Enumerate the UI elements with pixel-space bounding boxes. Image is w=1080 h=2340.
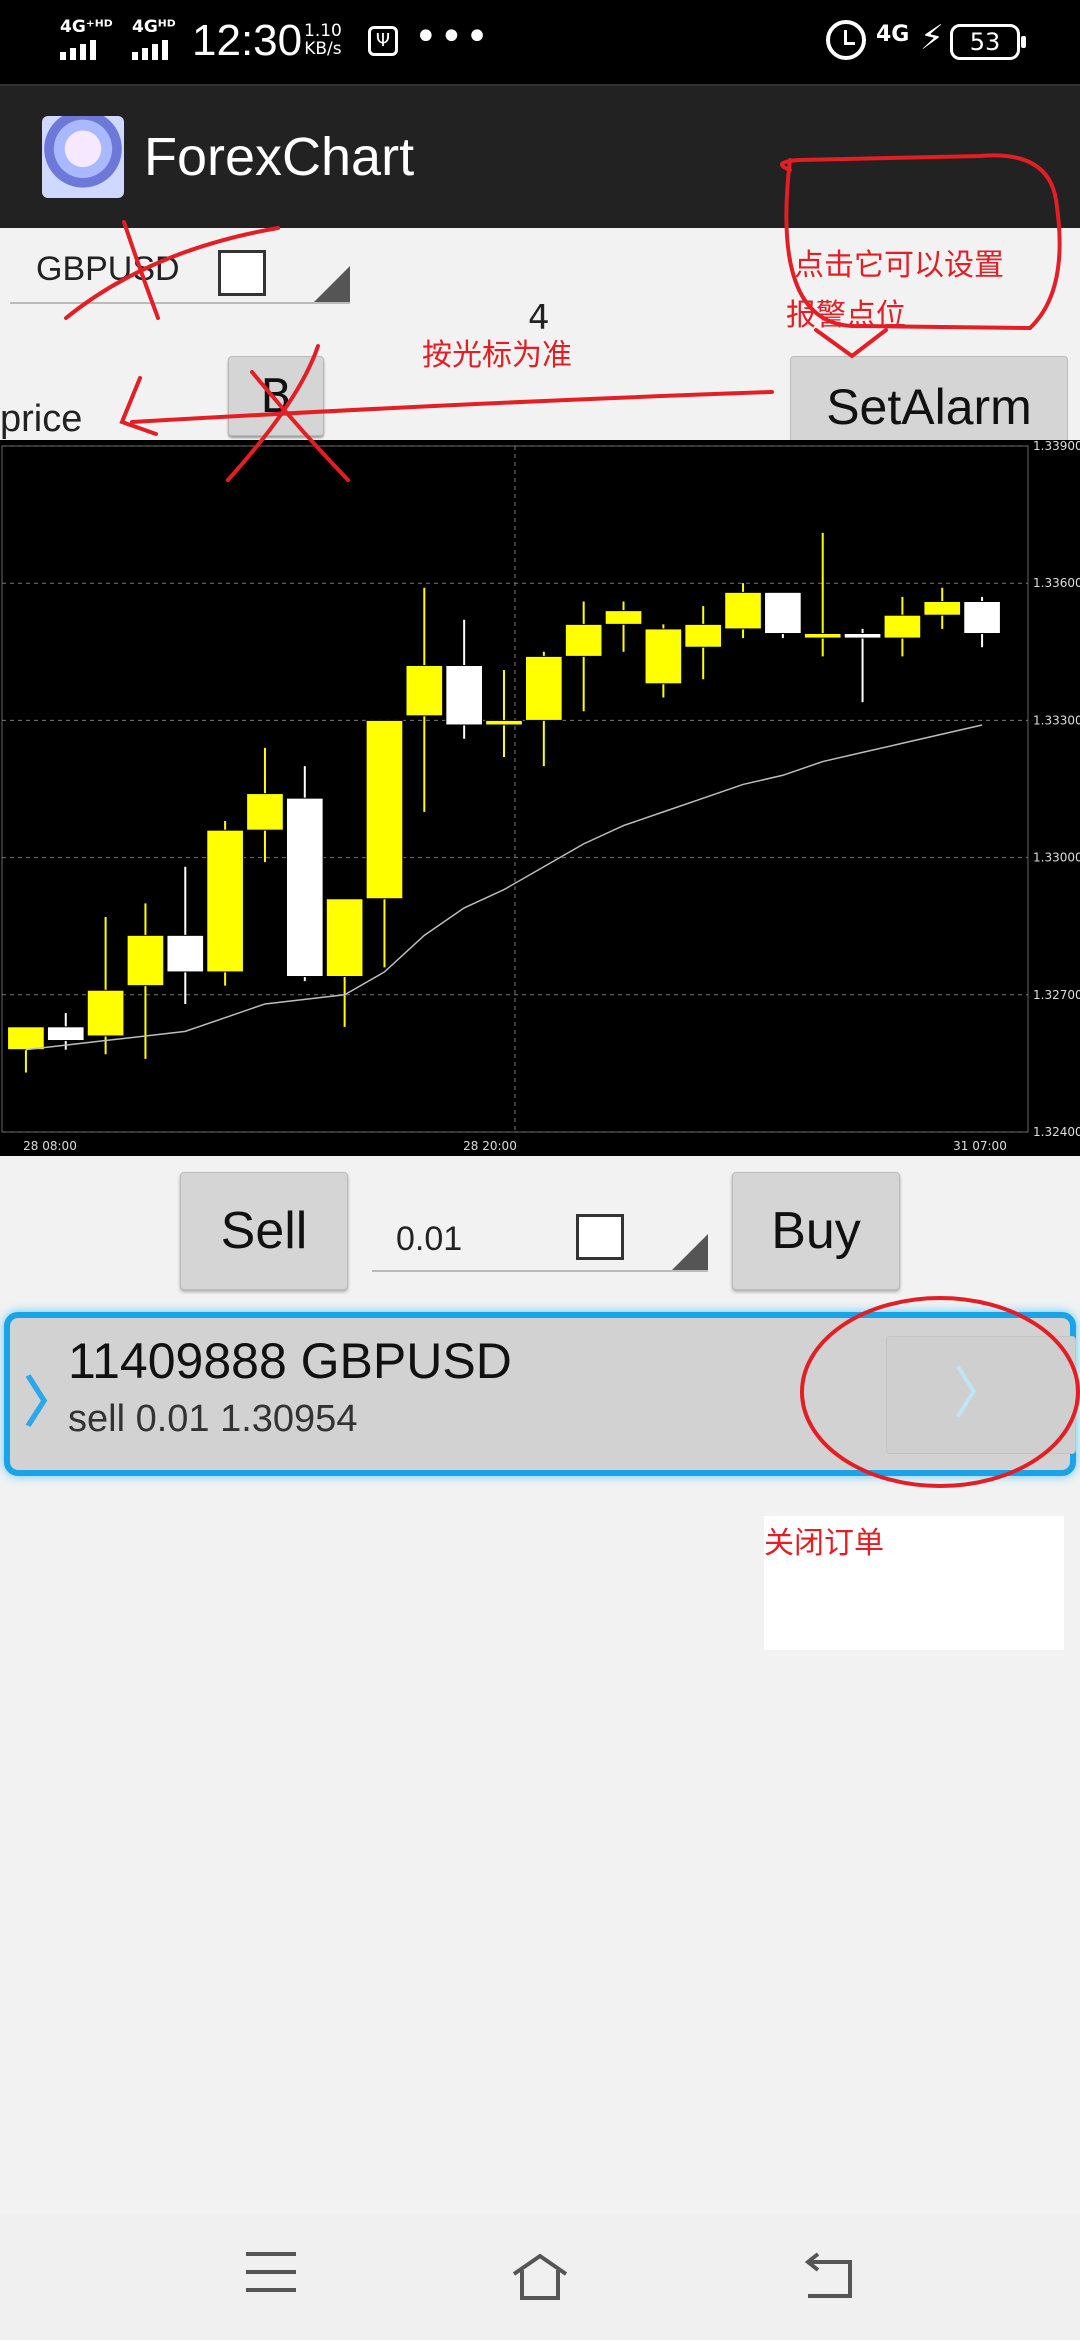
candle-body — [405, 665, 444, 717]
set-alarm-button[interactable]: SetAlarm — [790, 356, 1068, 452]
more-notifications-icon: ••• — [414, 14, 491, 60]
position-card[interactable]: 〉 11409888 GBPUSD sell 0.01 1.30954 〉 — [4, 1312, 1076, 1476]
symbol-spinner[interactable]: GBPUSD — [10, 228, 350, 304]
count-label: 4 — [528, 298, 550, 338]
price-chart[interactable]: 1.33900 1.33600 1.33300 1.33000 1.32700 1.324… — [0, 440, 1080, 1156]
app-title: ForexChart — [144, 127, 415, 187]
candle-body — [883, 614, 922, 639]
candle-body — [803, 633, 842, 639]
network-type-2: 4Gᴴᴰ — [132, 17, 176, 37]
candle-body — [724, 591, 762, 630]
y-tick-label: 1.32400 — [1033, 1125, 1080, 1139]
candle-body — [86, 989, 125, 1037]
x-tick-label: 28 20:00 — [463, 1139, 517, 1153]
candle-body — [963, 600, 1001, 635]
dropdown-triangle-icon — [314, 266, 350, 302]
menu-icon[interactable] — [246, 2252, 306, 2302]
order-row: Sell 0.01 Buy — [0, 1172, 1080, 1292]
position-title: 11409888 GBPUSD — [68, 1333, 512, 1389]
alarm-icon — [826, 20, 866, 60]
y-tick-label: 1.32700 — [1033, 988, 1080, 1002]
app-logo-icon — [42, 116, 124, 198]
candle-body — [7, 1026, 45, 1051]
sell-button[interactable]: Sell — [180, 1172, 348, 1290]
close-order-button[interactable]: 〉 — [886, 1336, 1076, 1454]
chart-canvas: 1.33900 1.33600 1.33300 1.33000 1.32700 1.324… — [1, 440, 1080, 1153]
y-tick-label: 1.33000 — [1033, 851, 1080, 865]
speed-value: 1.10 — [304, 21, 342, 41]
candle-body — [46, 1026, 85, 1042]
moving-average-line — [25, 724, 983, 1051]
app-bar: ForexChart — [0, 84, 1080, 228]
plot-frame — [1, 445, 1029, 1133]
navigation-bar — [0, 2214, 1080, 2340]
position-detail: sell 0.01 1.30954 — [68, 1398, 358, 1440]
status-bar: 4G⁺ᴴᴰ 4Gᴴᴰ 12:30 1.10 KB/s Ψ ••• 4G ⚡ 53 — [0, 0, 1080, 84]
buy-button[interactable]: Buy — [732, 1172, 900, 1290]
close-order-note: 关闭订单 — [764, 1526, 884, 1561]
network-speed: 1.10 KB/s — [304, 22, 342, 58]
screen: 4G⁺ᴴᴰ 4Gᴴᴰ 12:30 1.10 KB/s Ψ ••• 4G ⚡ 53… — [0, 0, 1080, 2340]
dropdown-triangle-icon — [672, 1234, 708, 1270]
home-icon[interactable] — [510, 2252, 570, 2302]
lot-checkbox[interactable] — [576, 1214, 624, 1260]
network-type-1: 4G⁺ᴴᴰ — [60, 17, 113, 37]
lot-size-value: 0.01 — [396, 1220, 463, 1258]
candle-body — [166, 934, 205, 973]
candle-body — [325, 898, 364, 978]
cursor-note: 按光标为准 — [422, 338, 572, 373]
x-tick-label: 28 08:00 — [23, 1139, 77, 1153]
battery-icon: 53 — [950, 24, 1026, 60]
symbol-value: GBPUSD — [36, 250, 180, 288]
candle-body — [843, 633, 882, 639]
x-tick-label: 31 07:00 — [953, 1139, 1007, 1153]
y-tick-label: 1.33600 — [1033, 576, 1080, 590]
symbol-checkbox[interactable] — [218, 250, 266, 296]
y-tick-label: 1.33900 — [1033, 440, 1080, 453]
candle-body — [126, 934, 165, 987]
lot-size-spinner[interactable]: 0.01 — [372, 1192, 708, 1272]
battery-level: 53 — [969, 28, 1001, 56]
candle-body — [445, 665, 483, 726]
candle-body — [764, 591, 802, 635]
candle-body — [206, 829, 244, 973]
candle-body — [684, 623, 723, 648]
usb-icon: Ψ — [368, 26, 398, 56]
signal-1-icon: 4G⁺ᴴᴰ — [60, 18, 113, 60]
alarm-note-line2: 报警点位 — [786, 298, 906, 333]
candle-body — [525, 655, 563, 721]
signal-2-icon: 4Gᴴᴰ — [132, 18, 176, 60]
network-type-3: 4G — [876, 22, 910, 47]
candle-body — [564, 623, 603, 657]
y-tick-label: 1.33300 — [1033, 713, 1080, 727]
candle-body — [246, 793, 284, 831]
candle-body — [485, 719, 523, 726]
back-icon[interactable] — [798, 2252, 858, 2302]
candle-body — [644, 628, 683, 685]
candle-body — [923, 600, 962, 616]
clock: 12:30 — [192, 16, 303, 65]
charging-icon: ⚡ — [920, 18, 944, 58]
candle-body — [285, 797, 324, 978]
candle-body — [365, 719, 404, 900]
candle-body — [604, 610, 643, 625]
price-label: price — [0, 398, 83, 440]
b-button[interactable]: B — [228, 356, 324, 436]
speed-unit: KB/s — [304, 39, 342, 59]
alarm-note-line1: 点击它可以设置 — [794, 248, 1004, 283]
